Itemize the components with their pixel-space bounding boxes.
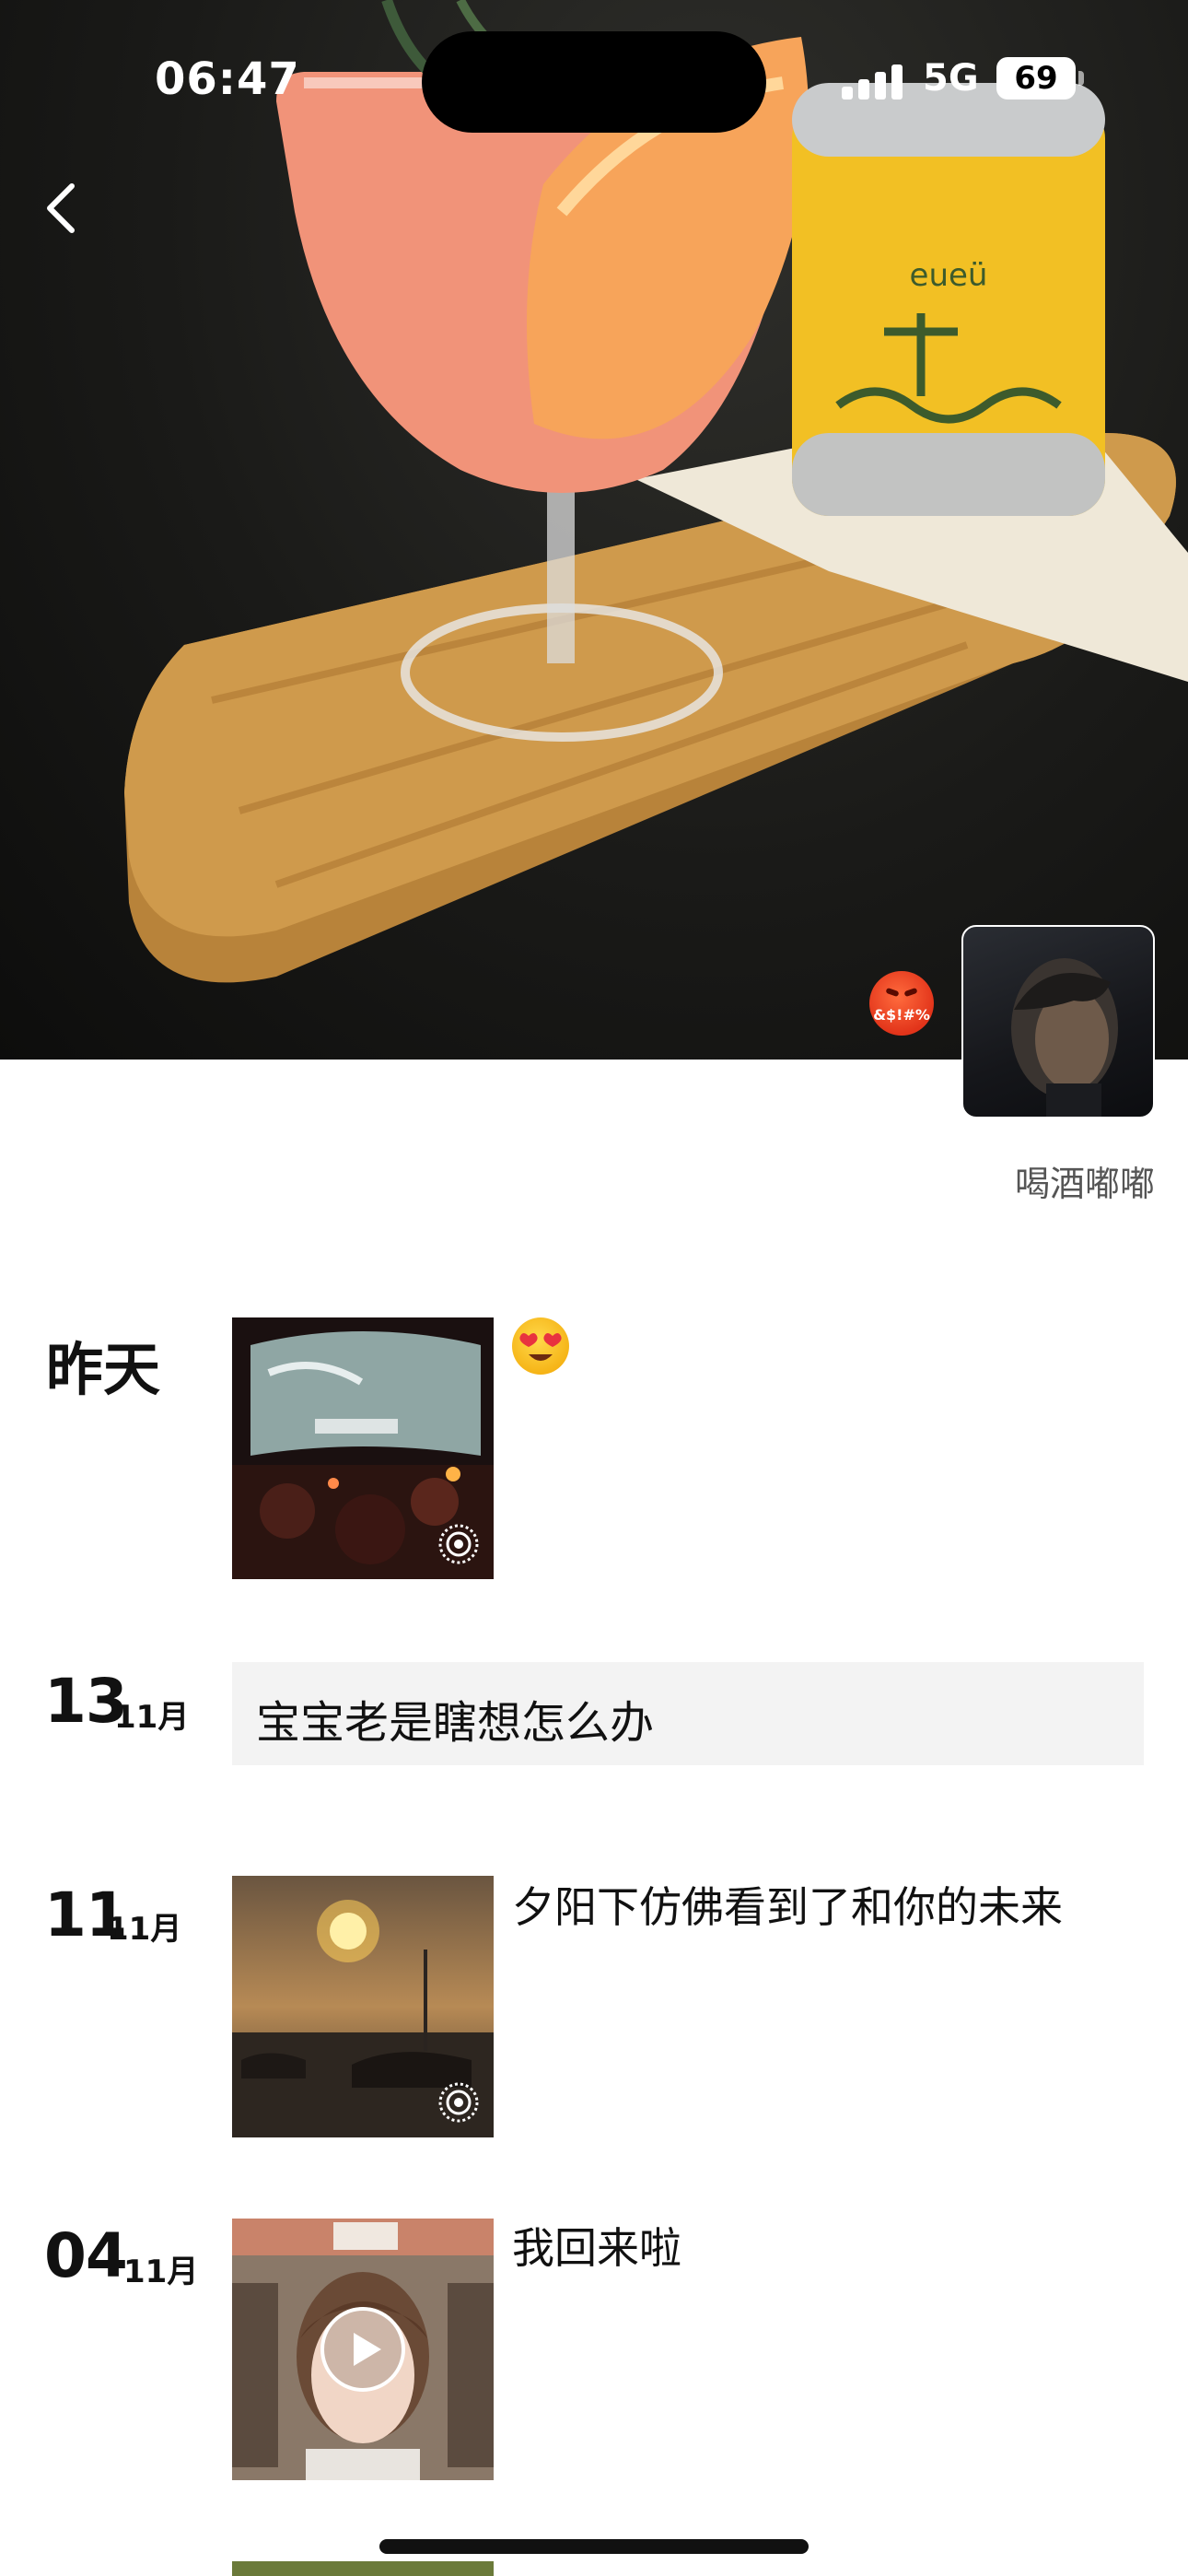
post-caption: 夕阳下仿佛看到了和你的未来 xyxy=(512,1882,1063,1932)
chevron-left-icon xyxy=(47,183,75,233)
post-thumbnail-video[interactable] xyxy=(232,2219,494,2480)
post-date-day: 04 xyxy=(44,2220,128,2291)
angry-emoji-icon: &$!#% xyxy=(869,971,934,1036)
live-photo-icon xyxy=(438,2082,479,2123)
status-time: 06:47 xyxy=(155,53,300,105)
can-brand-text: eueü xyxy=(910,257,988,294)
post-thumbnail-live-photo[interactable] xyxy=(232,1317,494,1579)
battery-icon: 69 xyxy=(996,57,1084,100)
post-caption: 我回来啦 xyxy=(512,2223,681,2273)
post-date-month: 11月 xyxy=(114,1699,190,1736)
post-date-month: 11月 xyxy=(107,1911,182,1948)
cover-image: eueü xyxy=(124,0,1188,983)
play-icon[interactable] xyxy=(317,2303,409,2395)
cover-photo[interactable]: eueü xyxy=(0,0,1188,1060)
post-date-month: 11月 xyxy=(123,2254,199,2290)
post-thumbnail-live-photo[interactable] xyxy=(232,1876,494,2137)
post-date-label: 昨天 xyxy=(46,1336,161,1403)
post-thumbnail-partial[interactable] xyxy=(232,2561,494,2576)
text-post-card[interactable]: 宝宝老是瞎想怎么办 xyxy=(232,1662,1144,1765)
network-label: 5G xyxy=(923,57,979,100)
signal-icon xyxy=(842,63,906,100)
text-post-content: 宝宝老是瞎想怎么办 xyxy=(256,1697,655,1749)
avatar[interactable] xyxy=(961,925,1155,1118)
live-photo-icon xyxy=(438,1524,479,1564)
profile-nickname: 喝酒嘟嘟 xyxy=(1014,1164,1155,1204)
avatar-image xyxy=(1011,958,1118,1117)
heart-eyes-emoji-icon xyxy=(512,1317,569,1375)
home-indicator[interactable] xyxy=(379,2539,809,2554)
dynamic-island xyxy=(422,31,766,133)
back-button[interactable] xyxy=(33,175,88,240)
